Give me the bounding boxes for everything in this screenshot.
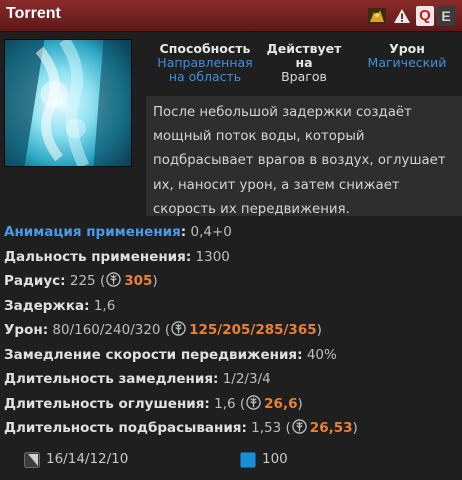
stat-label: Замедление скорости передвижения: [4, 346, 298, 363]
stat-label[interactable]: Анимация применения: [4, 224, 181, 240]
ability-type-column: Способность Направленная на область: [150, 42, 260, 84]
stat-value: 1,6: [93, 297, 116, 314]
hotkey-e-badge[interactable]: E: [437, 6, 455, 26]
stat-label: Задержка: [4, 297, 85, 314]
aghanims-scepter-icon: [246, 394, 261, 410]
ability-tooltip: Torrent Q E Способность Направленная на …: [0, 0, 462, 480]
cooldown-icon: [24, 452, 40, 468]
ability-stats: Анимация применения: 0,4+0 Дальность при…: [4, 220, 358, 441]
stat-delay: Задержка: 1,6: [4, 297, 116, 314]
scepter-value: 26,6: [264, 395, 298, 412]
stat-value: 0,4+0: [190, 224, 232, 240]
stat-value: 1,6: [214, 395, 236, 412]
scepter-value: 305: [124, 273, 153, 289]
stat-radius: Радиус: 225 (305): [4, 272, 158, 289]
torrent-ability-icon: [4, 39, 132, 167]
aghanims-scepter-icon: [292, 419, 307, 434]
aghanims-scepter-icon: [171, 321, 186, 336]
ability-type-value-line2: на область: [168, 69, 242, 84]
stat-value: 1/2/3/4: [222, 371, 271, 387]
damage-type-value: Магический: [367, 55, 447, 70]
damage-type-column: Урон Магический: [352, 42, 462, 70]
ability-header-panel: Способность Направленная на область Дейс…: [150, 36, 462, 94]
stat-label: Длительность замедления: [4, 371, 213, 387]
stat-knockup-duration: Длительность подбрасывания: 1,53 (26,53): [4, 419, 358, 436]
stat-cast-animation: Анимация применения: 0,4+0: [4, 224, 232, 240]
stat-slow-duration: Длительность замедления: 1/2/3/4: [4, 371, 271, 387]
stat-label: Урон: [4, 322, 43, 338]
stat-label: Дальность применения: [4, 248, 186, 265]
hotkey-q-badge[interactable]: Q: [416, 6, 434, 26]
ability-type-value-line1: Направленная: [157, 55, 253, 70]
stat-value: 80/160/240/320: [52, 322, 161, 338]
stat-cast-range: Дальность применения: 1300: [4, 248, 230, 265]
stat-value: 225: [69, 273, 96, 289]
aghanims-scepter-icon: [106, 272, 121, 287]
hero-portrait-icon[interactable]: [368, 6, 386, 26]
stat-value: 1300: [195, 248, 230, 265]
scepter-value: 26,53: [309, 420, 353, 436]
warning-icon: [394, 9, 410, 23]
ability-description: После небольшой задержки создаёт мощный …: [146, 96, 462, 217]
affects-value: Врагов: [281, 69, 327, 84]
mana-cost-value: 100: [262, 451, 288, 467]
stat-label: Радиус: [4, 273, 61, 289]
stat-value: 1,53: [251, 420, 282, 436]
stat-label: Длительность подбрасывания: [4, 420, 242, 436]
mana-icon: [240, 452, 256, 468]
stat-value: 40%: [306, 346, 337, 363]
stat-stun-duration: Длительность оглушения: 1,6 (26,6): [4, 394, 303, 412]
cooldown-value: 16/14/12/10: [46, 451, 129, 467]
stat-movement-slow: Замедление скорости передвижения: 40%: [4, 346, 337, 363]
ability-title: Torrent: [6, 5, 61, 22]
scepter-value: 125/205/285/365: [189, 322, 317, 338]
affects-label: Действует на: [266, 41, 342, 70]
ability-footer: 16/14/12/10 100: [0, 446, 462, 474]
title-bar: Torrent Q E: [0, 0, 462, 32]
ability-type-label: Способность: [159, 41, 251, 56]
stat-label: Длительность оглушения: [4, 395, 205, 412]
affects-column: Действует на Врагов: [256, 42, 352, 84]
stat-damage: Урон: 80/160/240/320 (125/205/285/365): [4, 321, 322, 338]
damage-type-label: Урон: [389, 41, 425, 56]
